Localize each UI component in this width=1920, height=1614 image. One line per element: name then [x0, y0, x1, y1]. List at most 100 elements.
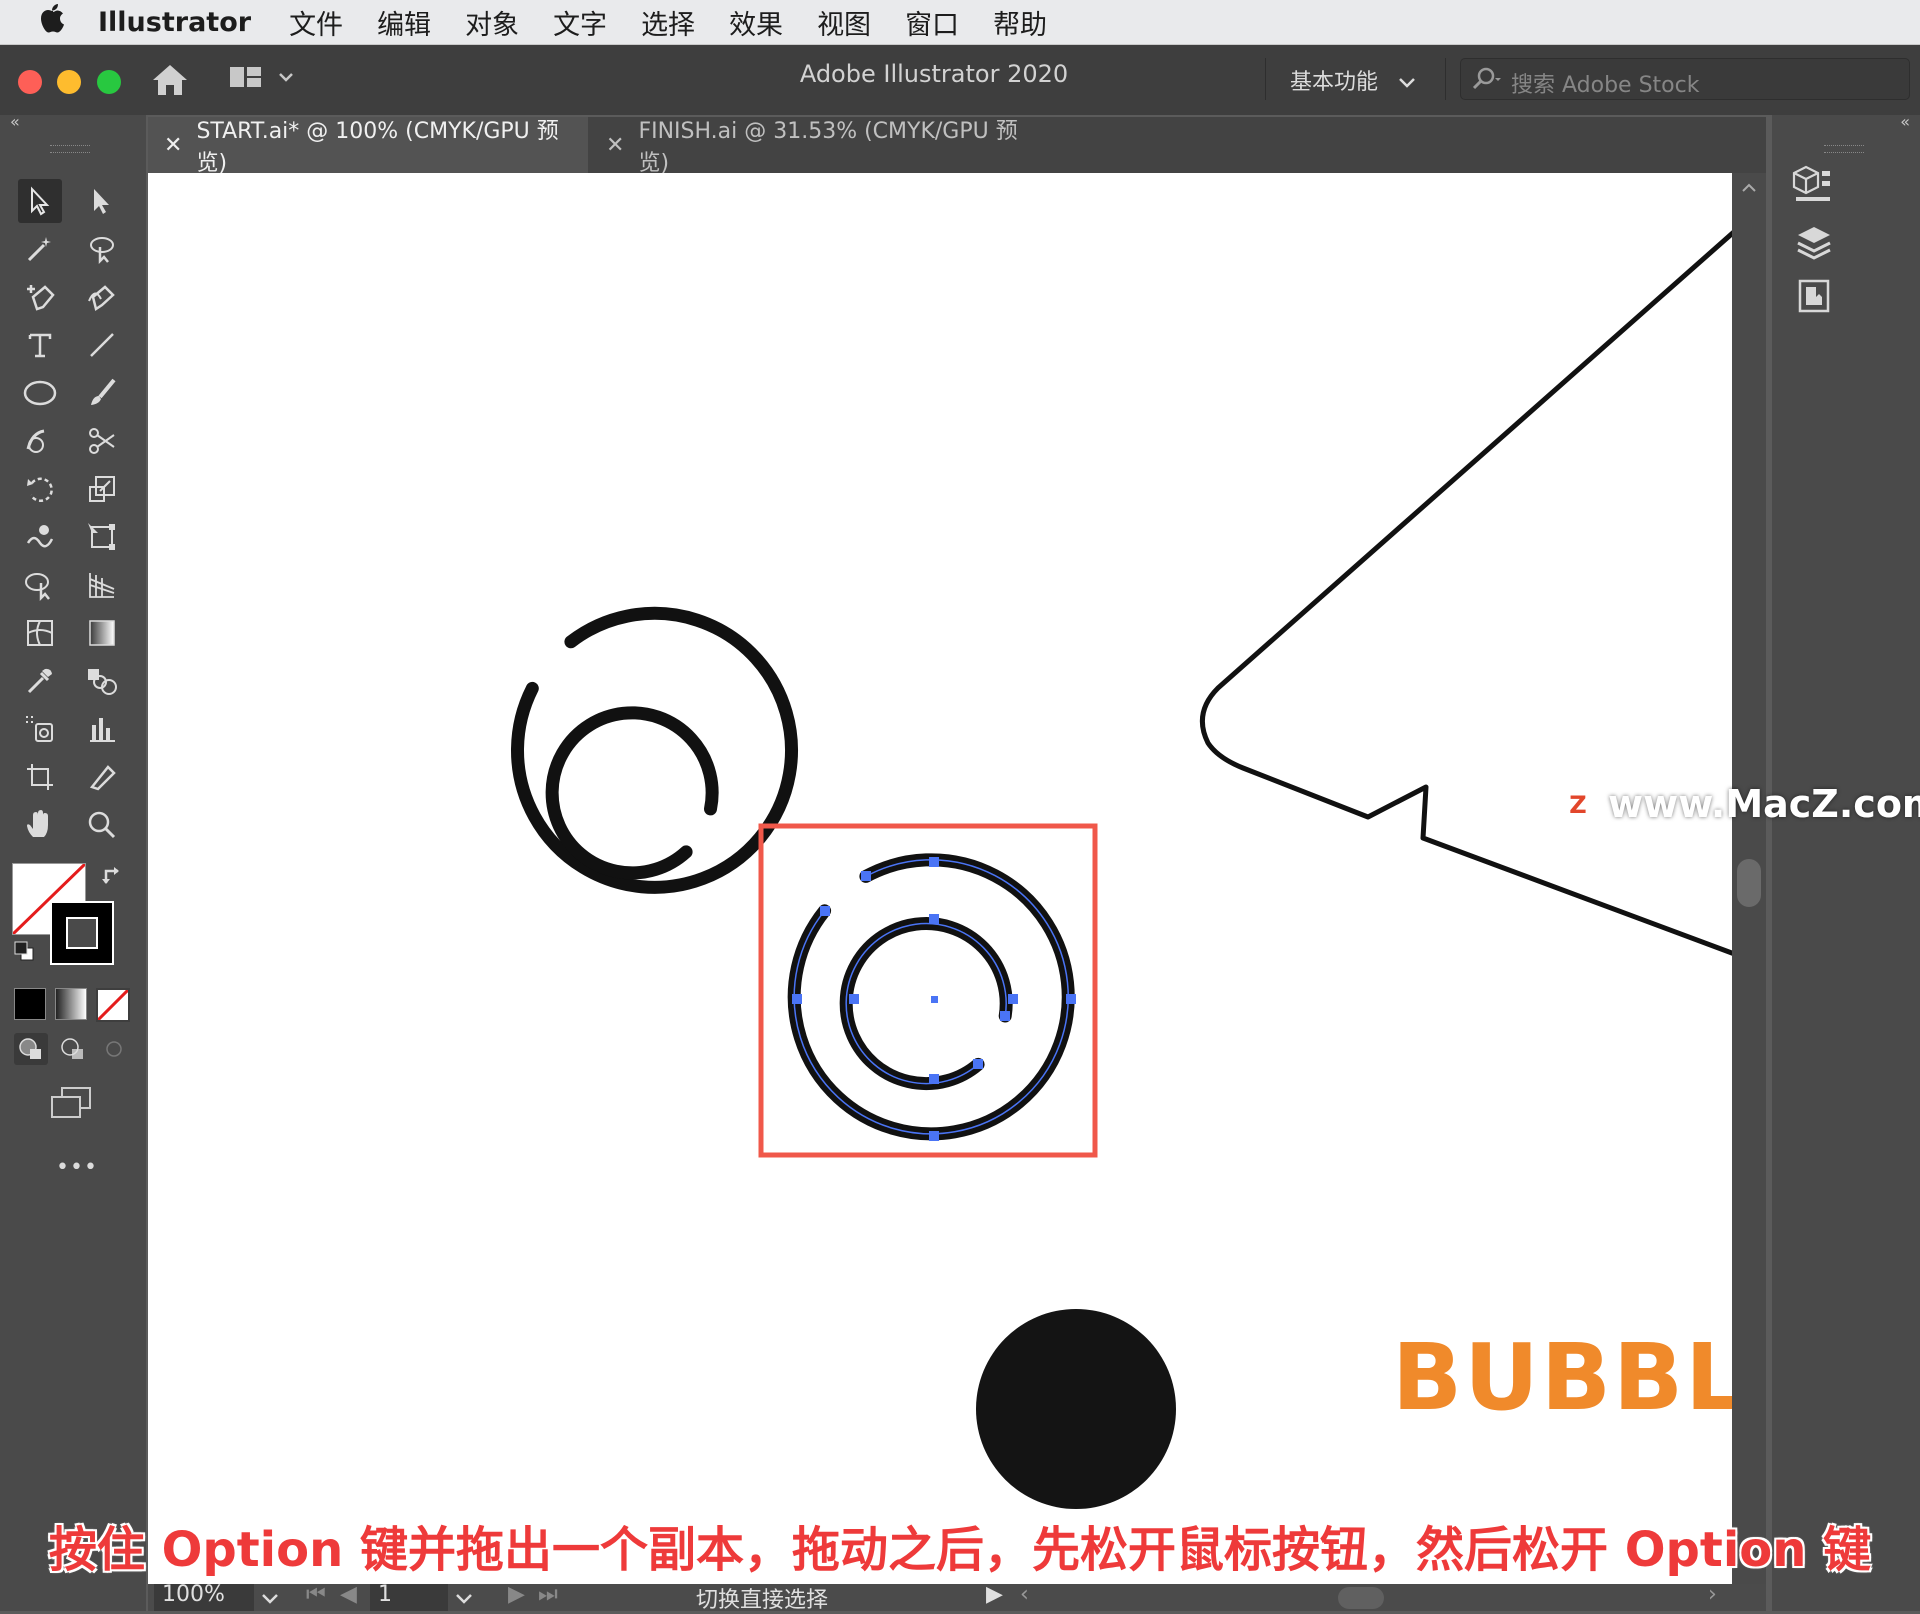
menu-help[interactable]: 帮助 [993, 3, 1047, 42]
color-mode-button[interactable] [14, 988, 46, 1020]
black-circle [976, 1309, 1176, 1509]
edit-toolbar-button[interactable]: ••• [56, 1155, 98, 1180]
slice-tool-icon[interactable] [80, 755, 124, 799]
status-message: 切换直接选择 [696, 1588, 829, 1613]
gradient-tool-icon[interactable] [80, 611, 124, 655]
artboard-number-field[interactable]: 1 [370, 1582, 448, 1611]
menu-window[interactable]: 窗口 [905, 3, 959, 42]
tab-start-ai[interactable]: ✕ START.ai* @ 100% (CMYK/GPU 预览) [148, 117, 588, 176]
menu-app-name[interactable]: Illustrator [98, 7, 251, 38]
paintbrush-tool-icon[interactable] [80, 371, 124, 415]
close-icon[interactable]: ✕ [606, 133, 624, 158]
menu-object[interactable]: 对象 [465, 3, 519, 42]
scissors-tool-icon[interactable] [80, 419, 124, 463]
workspace-label: 基本功能 [1290, 70, 1379, 95]
default-fill-stroke-icon[interactable] [12, 939, 36, 967]
layers-icon[interactable] [1794, 223, 1834, 267]
chevron-down-icon [1399, 78, 1415, 88]
column-graph-tool-icon[interactable] [80, 707, 124, 751]
tab-label: START.ai* @ 100% (CMYK/GPU 预览) [196, 119, 559, 176]
draw-behind-icon[interactable] [56, 1033, 90, 1069]
menu-bar: Illustrator 文件 编辑 对象 文字 选择 效果 视图 窗口 帮助 [0, 0, 1920, 45]
none-mode-button[interactable] [96, 988, 130, 1022]
scroll-right-icon[interactable]: › [1708, 1582, 1717, 1607]
zoom-value: 100% [162, 1582, 225, 1607]
perspective-grid-tool-icon[interactable] [80, 563, 124, 607]
artboard-number: 1 [378, 1582, 392, 1607]
search-placeholder: 搜索 Adobe Stock [1511, 73, 1700, 98]
artboards-icon[interactable] [1794, 277, 1834, 321]
watermark-text: www.MacZ.com [1608, 782, 1920, 826]
last-artboard-icon[interactable]: ⏭ [538, 1582, 558, 1607]
scroll-up-icon[interactable] [1740, 181, 1758, 195]
next-artboard-icon[interactable]: ▶ [508, 1582, 525, 1607]
draw-inside-icon[interactable] [98, 1033, 132, 1069]
change-screen-mode-icon[interactable] [48, 1085, 94, 1123]
document-tab-bar: ✕ START.ai* @ 100% (CMYK/GPU 预览) ✕ FINIS… [148, 117, 1766, 176]
direct-selection-tool-icon[interactable] [80, 179, 124, 223]
horizontal-scroll-thumb[interactable] [1338, 1587, 1384, 1609]
vertical-scrollbar[interactable] [1732, 173, 1766, 1584]
blend-tool-icon[interactable] [80, 659, 124, 703]
menu-edit[interactable]: 编辑 [377, 3, 431, 42]
highlight-box [758, 823, 1098, 1158]
rotate-tool-icon[interactable] [18, 467, 62, 511]
apple-menu-icon[interactable] [38, 2, 74, 43]
tools-panel: ••• [0, 133, 146, 1611]
stroke-swatch-black[interactable] [50, 901, 114, 965]
search-icon [1472, 67, 1501, 90]
toolbar-collapse-strip[interactable]: « [0, 112, 146, 133]
magic-wand-tool-icon[interactable] [18, 227, 62, 271]
watermark-badge-icon: Z [1562, 789, 1594, 821]
gradient-mode-button[interactable] [55, 988, 87, 1020]
tab-finish-ai[interactable]: ✕ FINISH.ai @ 31.53% (CMYK/GPU 预览) [590, 117, 1030, 176]
curvature-tool-icon[interactable] [80, 275, 124, 319]
workspace-switcher[interactable]: 基本功能 [1290, 64, 1417, 96]
eyedropper-tool-icon[interactable] [18, 659, 62, 703]
scale-tool-icon[interactable] [80, 467, 124, 511]
menu-type[interactable]: 文字 [553, 3, 607, 42]
warp-tool-icon[interactable] [18, 515, 62, 559]
artboard-dropdown-chevron-icon[interactable] [454, 1592, 474, 1606]
free-transform-tool-icon[interactable] [80, 515, 124, 559]
menu-effect[interactable]: 效果 [729, 3, 783, 42]
line-segment-tool-icon[interactable] [80, 323, 124, 367]
hand-tool-icon[interactable] [18, 803, 62, 847]
status-bar: 100% ⏮ ◀ 1 ▶ ⏭ 切换直接选择 ▶ ‹ › [148, 1582, 1766, 1613]
selection-tool-icon[interactable] [18, 179, 62, 223]
panel-dock [1772, 133, 1920, 1611]
draw-normal-icon[interactable] [14, 1033, 48, 1065]
ellipse-tool-icon[interactable] [18, 371, 62, 415]
zoom-dropdown-chevron-icon[interactable] [260, 1592, 280, 1606]
panel-collapse-strip[interactable]: « [1772, 112, 1920, 133]
menu-view[interactable]: 视图 [817, 3, 871, 42]
close-icon[interactable]: ✕ [164, 133, 182, 158]
artboard-canvas[interactable]: BUBBLI [148, 173, 1732, 1584]
title-divider [1265, 58, 1266, 100]
shaper-tool-icon[interactable] [18, 419, 62, 463]
collapse-right-icon: « [1900, 112, 1910, 131]
type-tool-icon[interactable] [18, 323, 62, 367]
scroll-left-icon[interactable]: ‹ [1020, 1582, 1029, 1607]
zoom-field[interactable]: 100% [154, 1582, 254, 1611]
scroll-thumb[interactable] [1737, 859, 1761, 907]
title-divider-2 [1445, 58, 1446, 100]
menu-file[interactable]: 文件 [289, 3, 343, 42]
stock-search-field[interactable]: 搜索 Adobe Stock [1460, 58, 1910, 100]
symbol-sprayer-tool-icon[interactable] [18, 707, 62, 751]
libraries-icon[interactable] [1792, 163, 1836, 207]
first-artboard-icon[interactable]: ⏮ [306, 1582, 326, 1607]
pen-tool-icon[interactable] [18, 275, 62, 319]
menu-select[interactable]: 选择 [641, 3, 695, 42]
previous-artboard-icon[interactable]: ◀ [340, 1582, 357, 1607]
mesh-tool-icon[interactable] [18, 611, 62, 655]
panel-grip[interactable] [50, 145, 90, 153]
lasso-tool-icon[interactable] [80, 227, 124, 271]
swap-fill-stroke-icon[interactable] [100, 863, 126, 893]
zoom-tool-icon[interactable] [80, 803, 124, 847]
panel-grip[interactable] [1824, 145, 1864, 153]
status-menu-arrow-icon[interactable]: ▶ [986, 1582, 1003, 1607]
speech-bubble-shape [1199, 230, 1732, 956]
artboard-tool-icon[interactable] [18, 755, 62, 799]
shape-builder-tool-icon[interactable] [18, 563, 62, 607]
